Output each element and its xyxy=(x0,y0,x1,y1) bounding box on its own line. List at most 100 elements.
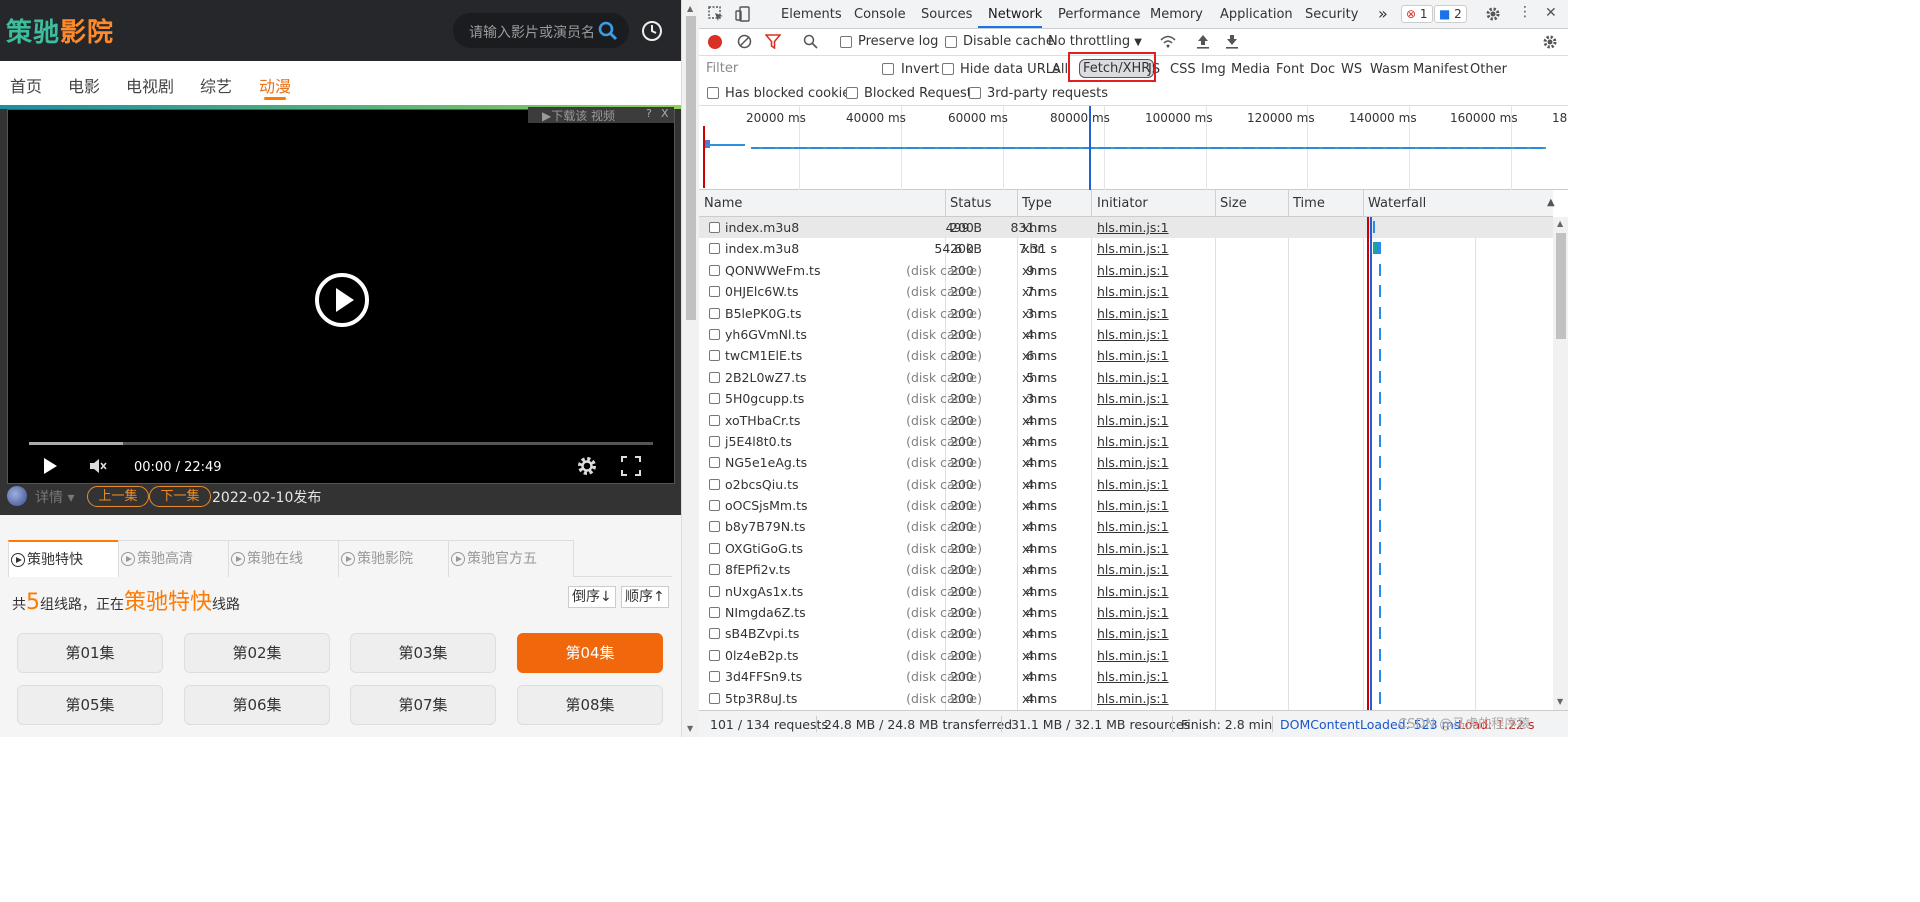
more-tabs-icon[interactable]: » xyxy=(1378,4,1388,23)
tab-application[interactable]: Application xyxy=(1220,7,1293,22)
route-tab-3[interactable]: 策驰在线 xyxy=(228,540,339,577)
scroll-up-arrow-icon[interactable]: ▲ xyxy=(687,4,693,13)
table-row[interactable]: o2bcsQiu.ts 200 xhr hls.min.js:1 (disk cache… xyxy=(699,474,1553,495)
download-video-label[interactable]: ▶下载该 视频 xyxy=(542,107,615,124)
request-initiator[interactable]: hls.min.js:1 xyxy=(1097,626,1169,641)
network-settings-gear-icon[interactable] xyxy=(1542,34,1558,53)
nav-anime[interactable]: 动漫 xyxy=(259,73,291,97)
request-initiator[interactable]: hls.min.js:1 xyxy=(1097,455,1169,470)
big-play-icon[interactable] xyxy=(314,272,370,332)
scroll-down-arrow-icon[interactable]: ▼ xyxy=(687,724,693,733)
row-checkbox[interactable] xyxy=(709,478,720,490)
request-initiator[interactable]: hls.min.js:1 xyxy=(1097,605,1169,620)
search-input[interactable]: 请输入影片或演员名称 xyxy=(469,22,595,42)
table-row[interactable]: index.m3u8 200 xhr hls.min.js:1 499 B 831 ms xyxy=(699,217,1553,239)
request-initiator[interactable]: hls.min.js:1 xyxy=(1097,477,1169,492)
column-divider[interactable] xyxy=(1363,190,1364,217)
table-row[interactable]: j5E4l8t0.ts 200 xhr hls.min.js:1 (disk cache… xyxy=(699,431,1553,452)
episode-button-active[interactable]: 第04集 xyxy=(517,633,663,673)
table-row[interactable]: 3d4FFSn9.ts 200 xhr hls.min.js:1 (disk cache… xyxy=(699,666,1553,687)
filter-input[interactable]: Filter xyxy=(703,59,869,79)
request-initiator[interactable]: hls.min.js:1 xyxy=(1097,498,1169,513)
tab-sources[interactable]: Sources xyxy=(921,7,972,22)
row-checkbox[interactable] xyxy=(709,286,720,298)
column-status[interactable]: Status xyxy=(950,196,991,211)
filter-all[interactable]: All xyxy=(1052,62,1068,77)
throttling-select[interactable]: No throttling ▼ xyxy=(1048,34,1142,49)
table-row[interactable]: 8fEPfi2v.ts 200 xhr hls.min.js:1 (disk cache… xyxy=(699,559,1553,580)
third-party-checkbox[interactable] xyxy=(969,87,981,99)
prev-episode-button[interactable]: 上一集 xyxy=(87,486,149,507)
request-initiator[interactable]: hls.min.js:1 xyxy=(1097,327,1169,342)
row-checkbox[interactable] xyxy=(709,222,720,233)
row-checkbox[interactable] xyxy=(709,350,720,362)
network-conditions-icon[interactable] xyxy=(1159,34,1177,53)
disable-cache-checkbox[interactable] xyxy=(945,36,957,48)
row-checkbox[interactable] xyxy=(709,243,720,255)
scroll-down-arrow-icon[interactable]: ▼ xyxy=(1557,697,1563,706)
route-tab-4[interactable]: 策驰影院 xyxy=(338,540,449,577)
search-icon[interactable] xyxy=(803,34,818,52)
table-row[interactable]: xoTHbaCr.ts 200 xhr hls.min.js:1 (disk cache… xyxy=(699,410,1553,431)
row-checkbox[interactable] xyxy=(709,585,720,597)
close-icon[interactable]: X xyxy=(661,107,669,120)
row-checkbox[interactable] xyxy=(709,607,720,619)
request-initiator[interactable]: hls.min.js:1 xyxy=(1097,434,1169,449)
request-initiator[interactable]: hls.min.js:1 xyxy=(1097,691,1169,706)
request-initiator[interactable]: hls.min.js:1 xyxy=(1097,348,1169,363)
settings-gear-icon[interactable] xyxy=(576,455,598,481)
episode-button[interactable]: 第05集 xyxy=(17,685,163,725)
close-devtools-icon[interactable]: ✕ xyxy=(1545,5,1557,21)
next-episode-button[interactable]: 下一集 xyxy=(149,486,211,507)
row-checkbox[interactable] xyxy=(709,457,720,469)
episode-button[interactable]: 第03集 xyxy=(350,633,496,673)
route-tab-5[interactable]: 策驰官方五 xyxy=(448,540,574,577)
episode-button[interactable]: 第07集 xyxy=(350,685,496,725)
row-checkbox[interactable] xyxy=(709,328,720,340)
filter-manifest[interactable]: Manifest xyxy=(1413,62,1468,77)
invert-checkbox[interactable] xyxy=(882,63,894,75)
table-row[interactable]: OXGtiGoG.ts 200 xhr hls.min.js:1 (disk cache… xyxy=(699,538,1553,559)
download-video-bar[interactable]: ▶下载该 视频 ? X xyxy=(528,107,674,123)
request-initiator[interactable]: hls.min.js:1 xyxy=(1097,541,1169,556)
search-box[interactable]: 请输入影片或演员名称 xyxy=(453,13,629,48)
inspect-element-icon[interactable] xyxy=(708,6,724,25)
episode-button[interactable]: 第08集 xyxy=(517,685,663,725)
sort-asc-button[interactable]: 顺序↑ xyxy=(621,586,669,608)
filter-icon[interactable] xyxy=(764,34,782,52)
request-initiator[interactable]: hls.min.js:1 xyxy=(1097,370,1169,385)
table-row[interactable]: 0lz4eB2p.ts 200 xhr hls.min.js:1 (disk cache… xyxy=(699,645,1553,666)
filter-wasm[interactable]: Wasm xyxy=(1370,62,1409,77)
column-divider[interactable] xyxy=(1215,190,1216,217)
row-checkbox[interactable] xyxy=(709,264,720,276)
message-badge[interactable]: ■ 2 xyxy=(1434,5,1467,23)
table-row[interactable]: 2B2L0wZ7.ts 200 xhr hls.min.js:1 (disk cache… xyxy=(699,367,1553,388)
request-initiator[interactable]: hls.min.js:1 xyxy=(1097,669,1169,684)
request-initiator[interactable]: hls.min.js:1 xyxy=(1097,519,1169,534)
details-dropdown[interactable]: 详情 ▾ xyxy=(35,487,74,507)
filter-other[interactable]: Other xyxy=(1470,62,1507,77)
column-divider[interactable] xyxy=(1288,190,1289,217)
scrollbar-thumb[interactable] xyxy=(1556,233,1566,339)
filter-doc[interactable]: Doc xyxy=(1310,62,1335,77)
video-player[interactable]: 00:00 / 22:49 xyxy=(7,109,675,484)
request-initiator[interactable]: hls.min.js:1 xyxy=(1097,584,1169,599)
nav-tv[interactable]: 电视剧 xyxy=(126,73,174,97)
column-time[interactable]: Time xyxy=(1293,196,1325,211)
row-checkbox[interactable] xyxy=(709,414,720,426)
row-checkbox[interactable] xyxy=(709,692,720,704)
request-initiator[interactable]: hls.min.js:1 xyxy=(1097,241,1169,256)
tab-elements[interactable]: Elements xyxy=(781,7,842,22)
request-initiator[interactable]: hls.min.js:1 xyxy=(1097,562,1169,577)
scroll-up-arrow-icon[interactable]: ▲ xyxy=(1557,219,1563,228)
search-icon[interactable] xyxy=(598,21,618,45)
sort-desc-button[interactable]: 倒序↓ xyxy=(568,586,616,608)
tab-memory[interactable]: Memory xyxy=(1150,7,1203,22)
video-progress-bar[interactable] xyxy=(29,442,653,445)
row-checkbox[interactable] xyxy=(709,371,720,383)
scrollbar-thumb[interactable] xyxy=(686,16,696,320)
nav-home[interactable]: 首页 xyxy=(10,73,42,97)
row-checkbox[interactable] xyxy=(709,628,720,640)
hide-data-urls-checkbox[interactable] xyxy=(942,63,954,75)
episode-button[interactable]: 第01集 xyxy=(17,633,163,673)
